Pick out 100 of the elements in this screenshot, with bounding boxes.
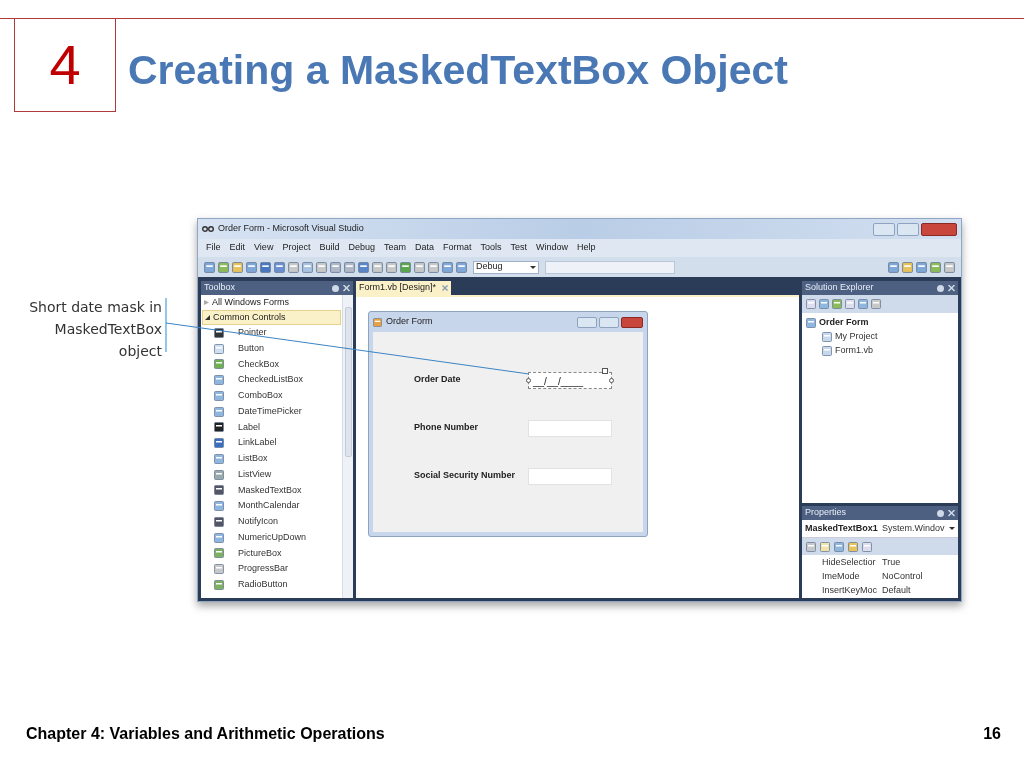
- toolbox-item[interactable]: CheckBox: [238, 357, 280, 372]
- toolbar-icon[interactable]: [806, 299, 816, 309]
- toolbox-item[interactable]: DateTimePicker: [238, 404, 302, 419]
- toolbox-item[interactable]: ListView: [238, 467, 272, 482]
- field-label: Order Date: [414, 373, 462, 387]
- toolbox-item[interactable]: LinkLabel: [238, 436, 277, 450]
- toolbar-icon[interactable]: [414, 261, 425, 273]
- toolbar-icon[interactable]: [858, 299, 868, 309]
- toolbar-icon[interactable]: [288, 261, 299, 273]
- toolbox-item[interactable]: NotifyIcon: [238, 515, 279, 529]
- toolbar-icon[interactable]: [316, 261, 327, 273]
- menu-item[interactable]: Data: [414, 241, 434, 255]
- toolbox-group[interactable]: All Windows Forms: [202, 295, 341, 310]
- resize-handle[interactable]: [609, 377, 614, 383]
- menu-item[interactable]: Tools: [480, 241, 502, 255]
- toolbar-icon[interactable]: [845, 299, 855, 309]
- toolbar-icon[interactable]: [232, 261, 243, 273]
- toolbar-icon[interactable]: [358, 261, 369, 273]
- toolbar-icon[interactable]: [820, 541, 830, 552]
- tree-item[interactable]: Order Form: [819, 316, 869, 330]
- toolbar-icon[interactable]: [372, 261, 383, 273]
- search-field[interactable]: [545, 260, 675, 274]
- menu-item[interactable]: File: [206, 241, 221, 255]
- toolbox-item[interactable]: ComboBox: [238, 389, 283, 403]
- property-value[interactable]: Default: [882, 584, 911, 598]
- smart-tag-icon[interactable]: [602, 367, 608, 374]
- configuration-dropdown[interactable]: Debug: [473, 260, 539, 274]
- close-button[interactable]: [921, 222, 957, 236]
- close-icon[interactable]: [948, 284, 955, 292]
- toolbox-item[interactable]: ListBox: [238, 452, 268, 466]
- maximize-button[interactable]: [897, 222, 919, 236]
- masked-text-field[interactable]: __/__/____: [528, 371, 612, 389]
- toolbox-item[interactable]: MaskedTextBox: [238, 483, 302, 498]
- toolbar-icon[interactable]: [246, 261, 257, 273]
- object-dropdown[interactable]: MaskedTextBox1 System.Windov: [802, 520, 958, 538]
- toolbar-icon[interactable]: [902, 261, 913, 273]
- toolbar-icon[interactable]: [848, 541, 858, 552]
- menu-item[interactable]: Project: [282, 241, 311, 255]
- tree-item[interactable]: Form1.vb: [835, 344, 873, 358]
- menu-item[interactable]: Window: [536, 241, 569, 255]
- masked-text-field[interactable]: [528, 419, 612, 437]
- toolbar-icon[interactable]: [344, 261, 355, 273]
- toolbar-icon[interactable]: [916, 261, 927, 273]
- toolbar-icon[interactable]: [204, 261, 215, 273]
- toolbar-icon[interactable]: [819, 299, 829, 309]
- toolbar-icon[interactable]: [400, 261, 411, 273]
- toolbar-icon[interactable]: [260, 261, 271, 273]
- scrollbar[interactable]: [342, 295, 353, 598]
- toolbox-item[interactable]: Pointer: [238, 326, 267, 340]
- toolbar-icon[interactable]: [218, 261, 229, 273]
- toolbar-icon[interactable]: [944, 261, 955, 273]
- toolbox-item[interactable]: CheckedListBox: [238, 373, 304, 387]
- menu-item[interactable]: Team: [383, 241, 406, 255]
- close-icon[interactable]: [343, 284, 350, 292]
- menu-item[interactable]: Build: [319, 241, 340, 255]
- pin-icon[interactable]: [937, 509, 944, 517]
- minimize-button[interactable]: [873, 222, 895, 236]
- scroll-thumb[interactable]: [344, 307, 352, 457]
- menu-item[interactable]: Debug: [348, 241, 375, 255]
- toolbar-icon[interactable]: [274, 261, 285, 273]
- document-tab[interactable]: Form1.vb [Design]*: [356, 281, 452, 295]
- toolbox-item[interactable]: NumericUpDown: [238, 530, 307, 545]
- close-icon[interactable]: [442, 285, 449, 291]
- toolbox-item[interactable]: PictureBox: [238, 546, 282, 561]
- property-value[interactable]: True: [882, 556, 901, 570]
- toolbar-icon[interactable]: [871, 299, 881, 309]
- infinity-logo-icon: [202, 225, 214, 233]
- close-icon[interactable]: [948, 509, 955, 517]
- toolbar-icon[interactable]: [428, 261, 439, 273]
- toolbox-item[interactable]: Button: [238, 341, 265, 356]
- toolbar-icon[interactable]: [806, 541, 816, 552]
- toolbar-icon[interactable]: [330, 261, 341, 273]
- toolbar-icon[interactable]: [930, 261, 941, 273]
- property-value[interactable]: NoControl: [882, 570, 923, 584]
- tree-item[interactable]: My Project: [835, 330, 878, 344]
- toolbar-icon[interactable]: [456, 261, 467, 273]
- close-button[interactable]: [621, 316, 643, 328]
- toolbox-item[interactable]: MonthCalendar: [238, 499, 300, 513]
- menu-item[interactable]: Help: [577, 241, 596, 255]
- toolbar-icon[interactable]: [386, 261, 397, 273]
- toolbar-icon[interactable]: [832, 299, 842, 309]
- toolbar-icon[interactable]: [862, 541, 872, 552]
- minimize-button[interactable]: [577, 316, 597, 328]
- resize-handle[interactable]: [526, 377, 531, 383]
- menu-item[interactable]: Edit: [229, 241, 246, 255]
- menu-item[interactable]: View: [254, 241, 274, 255]
- toolbar-icon[interactable]: [302, 261, 313, 273]
- toolbar-icon[interactable]: [442, 261, 453, 273]
- toolbox-item[interactable]: Label: [238, 420, 261, 435]
- pin-icon[interactable]: [332, 284, 339, 292]
- toolbox-item[interactable]: ProgressBar: [238, 562, 289, 576]
- menu-item[interactable]: Format: [443, 241, 472, 255]
- expander-icon[interactable]: [205, 315, 210, 320]
- toolbox-group[interactable]: Common Controls: [202, 310, 341, 325]
- menu-item[interactable]: Test: [510, 241, 528, 255]
- toolbox-item[interactable]: RadioButton: [238, 578, 288, 592]
- toolbar-icon[interactable]: [834, 541, 844, 552]
- masked-text-field[interactable]: [528, 467, 612, 485]
- toolbar-icon[interactable]: [888, 261, 899, 273]
- pin-icon[interactable]: [937, 284, 944, 292]
